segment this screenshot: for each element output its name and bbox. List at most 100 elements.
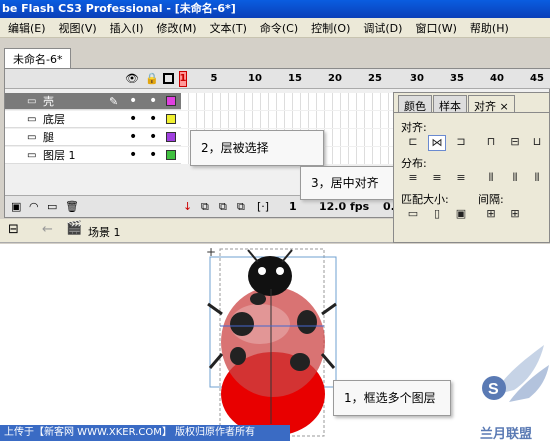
center-frame-icon[interactable]: ↓ [183,200,192,213]
distribute-hcenter-icon[interactable]: ⦀ [506,171,524,187]
outline-icon[interactable] [163,73,174,84]
menu-debug[interactable]: 调试(D) [363,20,402,36]
scene-label[interactable]: 场景 1 [88,224,121,240]
layer-color-swatch[interactable] [166,96,176,106]
layer-name[interactable]: 腿 [43,129,54,145]
frame-number: 25 [368,73,382,84]
distribute-top-icon[interactable]: ≡ [404,171,422,187]
tab-color[interactable]: 颜色 [398,95,432,113]
edit-multiple-icon[interactable]: ⧉ [237,200,245,214]
close-icon[interactable]: × [500,100,509,113]
new-folder-icon[interactable]: ▭ [47,200,57,213]
menu-bar: 编辑(E) 视图(V) 插入(I) 修改(M) 文本(T) 命令(C) 控制(O… [0,18,550,38]
stage[interactable]: + [0,244,550,443]
add-guide-icon[interactable]: ◠ [29,200,39,213]
match-both-icon[interactable]: ▣ [452,207,470,223]
frame-number: 20 [328,73,342,84]
menu-control[interactable]: 控制(O) [311,20,350,36]
menu-window[interactable]: 窗口(W) [415,20,456,36]
layer-color-swatch[interactable] [166,132,176,142]
menu-commands[interactable]: 命令(C) [260,20,298,36]
layer-name[interactable]: 底层 [43,111,65,127]
edit-bar-toggle-icon[interactable]: ⊟ [8,222,19,237]
layer-color-swatch[interactable] [166,150,176,160]
menu-help[interactable]: 帮助(H) [470,20,509,36]
back-arrow-icon[interactable]: ← [42,222,53,237]
visible-dot[interactable]: • [129,94,137,108]
visible-dot[interactable]: • [129,130,137,144]
head [248,256,292,296]
onion-outline-icon[interactable]: ⧉ [219,200,227,214]
lock-dot[interactable]: • [149,112,157,126]
spot [230,347,246,365]
document-tab[interactable]: 未命名-6* [4,48,72,68]
align-right-icon[interactable]: ⊐ [452,135,470,151]
spot [250,293,266,305]
align-left-icon[interactable]: ⊏ [404,135,422,151]
document-tabs: 未命名-6* [4,48,72,68]
new-layer-icon[interactable]: ▣ [11,200,21,213]
distribute-bottom-icon[interactable]: ≡ [452,171,470,187]
lock-dot[interactable]: • [149,148,157,162]
callout-text: 2，层被选择 [201,141,269,155]
align-vcenter-icon[interactable]: ⊟ [506,135,524,151]
align-hcenter-icon[interactable]: ⋈ [428,135,446,151]
delete-layer-icon[interactable]: 🗑 [65,200,79,213]
lock-icon[interactable]: 🔒 [145,72,159,85]
align-top-icon[interactable]: ⊓ [482,135,500,151]
onion-markers-icon[interactable]: [·] [257,200,269,213]
timeline-header: 👁 🔒 1 5 10 15 20 25 30 35 40 45 [5,69,550,89]
frame-ruler[interactable]: 1 5 10 15 20 25 30 35 40 45 [179,69,550,89]
distribute-vcenter-icon[interactable]: ≡ [428,171,446,187]
frame-number: 30 [410,73,424,84]
logo-text: 兰月联盟 [480,426,532,442]
visible-dot[interactable]: • [129,148,137,162]
layer-name[interactable]: 图层 1 [43,147,76,163]
distribute-left-icon[interactable]: ⦀ [482,171,500,187]
menu-text[interactable]: 文本(T) [210,20,247,36]
match-width-icon[interactable]: ▭ [404,207,422,223]
tab-align[interactable]: 对齐 × [468,95,515,113]
callout-text: 1，框选多个图层 [344,391,436,405]
layer-icon: ▭ [27,131,37,143]
frame-number: 1 [179,73,187,84]
layer-name[interactable]: 壳 [43,93,54,109]
match-size-label: 匹配大小: [401,193,449,206]
tab-swatches[interactable]: 样本 [433,95,467,113]
menu-modify[interactable]: 修改(M) [156,20,196,36]
spot [297,310,317,334]
space-vertical-icon[interactable]: ⊞ [482,207,500,223]
watermark-bar: 上传于【新客网 WWW.XKER.COM】 版权归原作者所有 [0,425,290,441]
frame-number: 40 [490,73,504,84]
window-title: be Flash CS3 Professional - [未命名-6*] [0,0,550,18]
lock-dot[interactable]: • [149,94,157,108]
distribute-right-icon[interactable]: ⦀ [528,171,546,187]
pencil-icon: ✎ [109,94,119,108]
clapper-icon: 🎬 [66,221,83,236]
tab-align-label: 对齐 [474,100,496,113]
eye-right [276,267,284,275]
logo-letter: S [488,381,499,398]
eye-left [258,267,266,275]
space-horizontal-icon[interactable]: ⊞ [506,207,524,223]
menu-edit[interactable]: 编辑(E) [8,20,46,36]
match-height-icon[interactable]: ▯ [428,207,446,223]
eye-icon[interactable]: 👁 [125,72,139,85]
spot [290,353,310,371]
layer-icon: ▭ [27,95,37,107]
visible-dot[interactable]: • [129,112,137,126]
onion-skin-icon[interactable]: ⧉ [201,200,209,214]
menu-insert[interactable]: 插入(I) [110,20,144,36]
align-section-label: 对齐: [401,121,427,134]
callout-text: 3，居中对齐 [311,176,379,190]
ladybug-artwork[interactable]: + [0,244,550,443]
menu-view[interactable]: 视图(V) [59,20,97,36]
layer-color-swatch[interactable] [166,114,176,124]
align-bottom-icon[interactable]: ⊔ [528,135,546,151]
frame-number: 45 [530,73,544,84]
lock-dot[interactable]: • [149,130,157,144]
current-frame: 1 [289,200,297,213]
align-panel-tabs: 颜色 样本 对齐 × [394,95,549,113]
frame-rate[interactable]: 12.0 fps [319,200,369,213]
callout-box-select: 1，框选多个图层 [333,380,451,416]
